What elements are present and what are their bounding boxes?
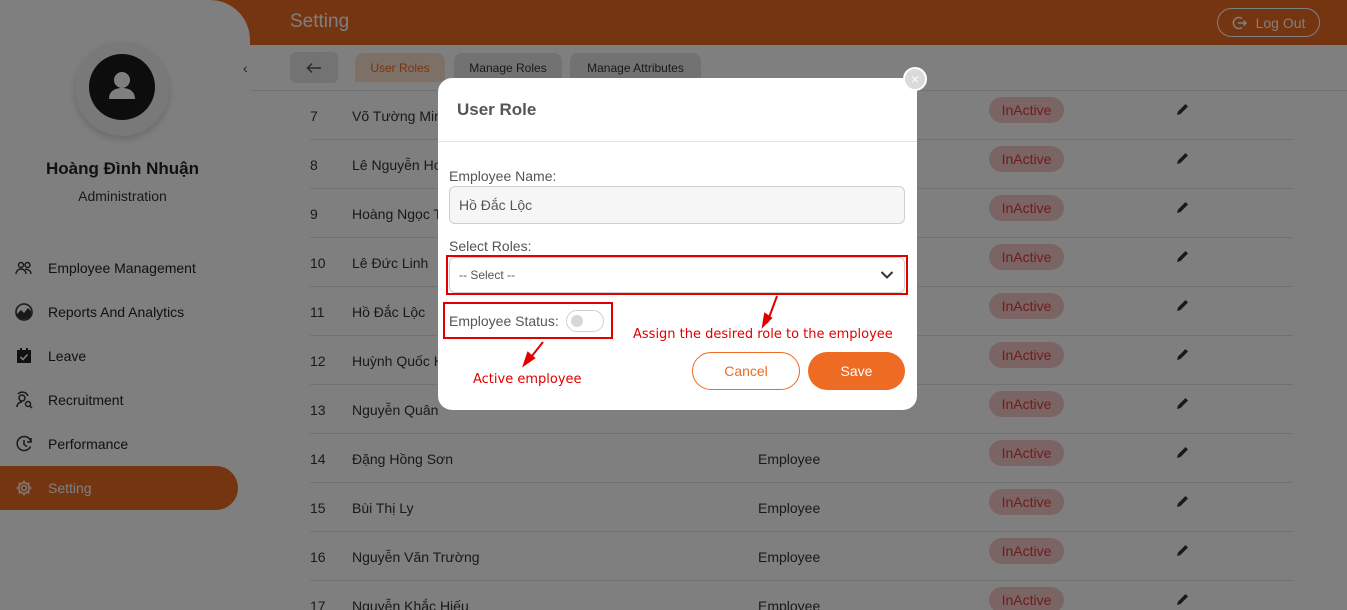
- employee-name-field[interactable]: Hồ Đắc Lộc: [449, 186, 905, 224]
- select-roles-highlight: [446, 255, 908, 295]
- select-roles-label: Select Roles:: [449, 238, 532, 254]
- modal-title: User Role: [457, 100, 537, 119]
- status-annotation: Active employee: [473, 372, 582, 387]
- cancel-button[interactable]: Cancel: [692, 352, 800, 390]
- user-role-modal: User Role Employee Name: Hồ Đắc Lộc Sele…: [438, 78, 917, 410]
- role-annotation: Assign the desired role to the employee: [633, 327, 893, 342]
- employee-name-label: Employee Name:: [449, 168, 557, 184]
- close-icon[interactable]: ×: [903, 67, 927, 91]
- modal-divider: [438, 141, 917, 142]
- employee-status-highlight: [443, 302, 613, 339]
- save-button[interactable]: Save: [808, 352, 905, 390]
